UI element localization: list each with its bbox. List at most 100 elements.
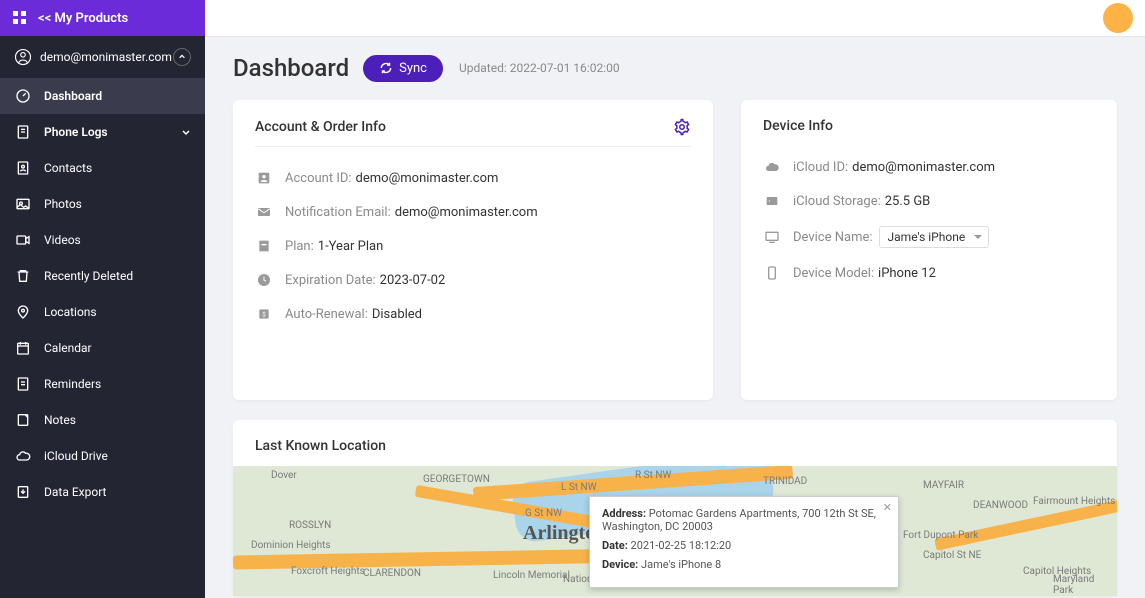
popup-label: Date:	[602, 539, 628, 552]
info-row: Notification Email: demo@monimaster.com	[255, 195, 691, 229]
device-card: Device Info iCloud ID: demo@monimaster.c…	[741, 100, 1117, 400]
topbar	[205, 0, 1145, 36]
nav-label: iCloud Drive	[44, 449, 191, 463]
map-label: Fairmount Heights	[1033, 496, 1115, 507]
person-icon	[255, 169, 273, 187]
info-label: Device Name:	[793, 230, 873, 245]
info-value: 25.5 GB	[885, 194, 931, 209]
user-email: demo@monimaster.com	[40, 50, 173, 64]
info-label: Account ID:	[285, 171, 352, 186]
popup-value: Jame's iPhone 8	[641, 558, 721, 571]
sync-icon	[379, 61, 393, 75]
info-value: iPhone 12	[878, 266, 936, 281]
nav-label: Contacts	[44, 161, 191, 175]
map-label: Dominion Heights	[251, 540, 331, 551]
avatar[interactable]	[1103, 3, 1133, 33]
nav-notes[interactable]: Notes	[0, 402, 205, 438]
export-icon	[14, 483, 32, 501]
popup-label: Address:	[602, 507, 646, 520]
map-label: Fort Dupont Park	[903, 530, 978, 541]
map-label: Lincoln Memorial	[493, 570, 570, 581]
map-label: Capitol St NE	[923, 550, 981, 561]
info-label: Device Model:	[793, 266, 874, 281]
info-label: Plan:	[285, 239, 314, 254]
back-label: << My Products	[38, 11, 128, 26]
info-row: iCloud ID: demo@monimaster.com	[763, 150, 1095, 184]
info-value: 2023-07-02	[380, 273, 446, 288]
nav-label: Recently Deleted	[44, 269, 191, 283]
map-label: ROSSLYN	[289, 520, 331, 531]
info-label: iCloud Storage:	[793, 194, 881, 209]
svg-text:$: $	[262, 311, 266, 319]
nav-label: Dashboard	[44, 89, 191, 103]
sync-label: Sync	[399, 61, 427, 76]
nav-locations[interactable]: Locations	[0, 294, 205, 330]
user-icon	[14, 48, 32, 66]
info-value: demo@monimaster.com	[356, 171, 499, 186]
nav-phone-logs[interactable]: Phone Logs	[0, 114, 205, 150]
info-value: demo@monimaster.com	[852, 160, 995, 175]
nav-recently-deleted[interactable]: Recently Deleted	[0, 258, 205, 294]
gear-icon[interactable]	[673, 118, 691, 136]
logs-icon	[14, 123, 32, 141]
nav-label: Reminders	[44, 377, 191, 391]
nav-dashboard[interactable]: Dashboard	[0, 78, 205, 114]
nav: Dashboard Phone Logs Contacts Photos Vid…	[0, 78, 205, 598]
nav-icloud-drive[interactable]: iCloud Drive	[0, 438, 205, 474]
map-label: Maryland Park	[1053, 574, 1117, 596]
card-title: Last Known Location	[255, 438, 1095, 454]
info-label: iCloud ID:	[793, 160, 848, 175]
card-title: Device Info	[763, 118, 833, 134]
card-title: Account & Order Info	[255, 119, 386, 135]
info-row: Device Name: Jame's iPhone	[763, 218, 1095, 256]
nav-label: Data Export	[44, 485, 191, 499]
mail-icon	[255, 203, 273, 221]
map-label: MAYFAIR	[923, 480, 964, 491]
main: Dashboard Sync Updated: 2022-07-01 16:02…	[205, 0, 1145, 598]
map-popup: ✕ Address: Potomac Gardens Apartments, 7…	[589, 496, 899, 588]
map-label: R St NW	[635, 470, 671, 481]
contacts-icon	[14, 159, 32, 177]
map-label: GEORGETOWN	[423, 474, 490, 485]
storage-icon	[763, 192, 781, 210]
info-label: Expiration Date:	[285, 273, 376, 288]
info-value: Disabled	[372, 307, 422, 322]
info-label: Auto-Renewal:	[285, 307, 368, 322]
videos-icon	[14, 231, 32, 249]
dashboard-icon	[14, 87, 32, 105]
updated-text: Updated: 2022-07-01 16:02:00	[459, 61, 620, 75]
nav-data-export[interactable]: Data Export	[0, 474, 205, 510]
user-row[interactable]: demo@monimaster.com	[0, 36, 205, 78]
sidebar: << My Products demo@monimaster.com Dashb…	[0, 0, 205, 598]
nav-photos[interactable]: Photos	[0, 186, 205, 222]
nav-label: Phone Logs	[44, 125, 181, 139]
back-to-products[interactable]: << My Products	[0, 0, 205, 36]
nav-reminders[interactable]: Reminders	[0, 366, 205, 402]
close-icon[interactable]: ✕	[883, 501, 892, 514]
map[interactable]: Arlington Washington Dover GEORGETOWN L …	[233, 466, 1117, 596]
nav-contacts[interactable]: Contacts	[0, 150, 205, 186]
info-row: iCloud Storage: 25.5 GB	[763, 184, 1095, 218]
info-row: Plan: 1-Year Plan	[255, 229, 691, 263]
dollar-icon: $	[255, 305, 273, 323]
info-value: demo@monimaster.com	[395, 205, 538, 220]
clock-icon	[255, 271, 273, 289]
popup-label: Device:	[602, 558, 638, 571]
photos-icon	[14, 195, 32, 213]
nav-label: Calendar	[44, 341, 191, 355]
popup-value: 2021-02-25 18:12:20	[631, 539, 732, 552]
nav-label: Notes	[44, 413, 191, 427]
nav-label: Photos	[44, 197, 191, 211]
page-title: Dashboard	[233, 54, 349, 82]
sync-button[interactable]: Sync	[363, 55, 443, 82]
nav-videos[interactable]: Videos	[0, 222, 205, 258]
nav-calendar[interactable]: Calendar	[0, 330, 205, 366]
info-row: Account ID: demo@monimaster.com	[255, 161, 691, 195]
collapse-icon[interactable]	[173, 48, 191, 66]
location-card: Last Known Location Arlington Washington…	[233, 420, 1117, 596]
page-head: Dashboard Sync Updated: 2022-07-01 16:02…	[233, 54, 1117, 82]
map-label: TRINIDAD	[763, 476, 807, 487]
cloud-icon	[14, 447, 32, 465]
info-row: Device Model: iPhone 12	[763, 256, 1095, 290]
device-select[interactable]: Jame's iPhone	[879, 226, 989, 248]
